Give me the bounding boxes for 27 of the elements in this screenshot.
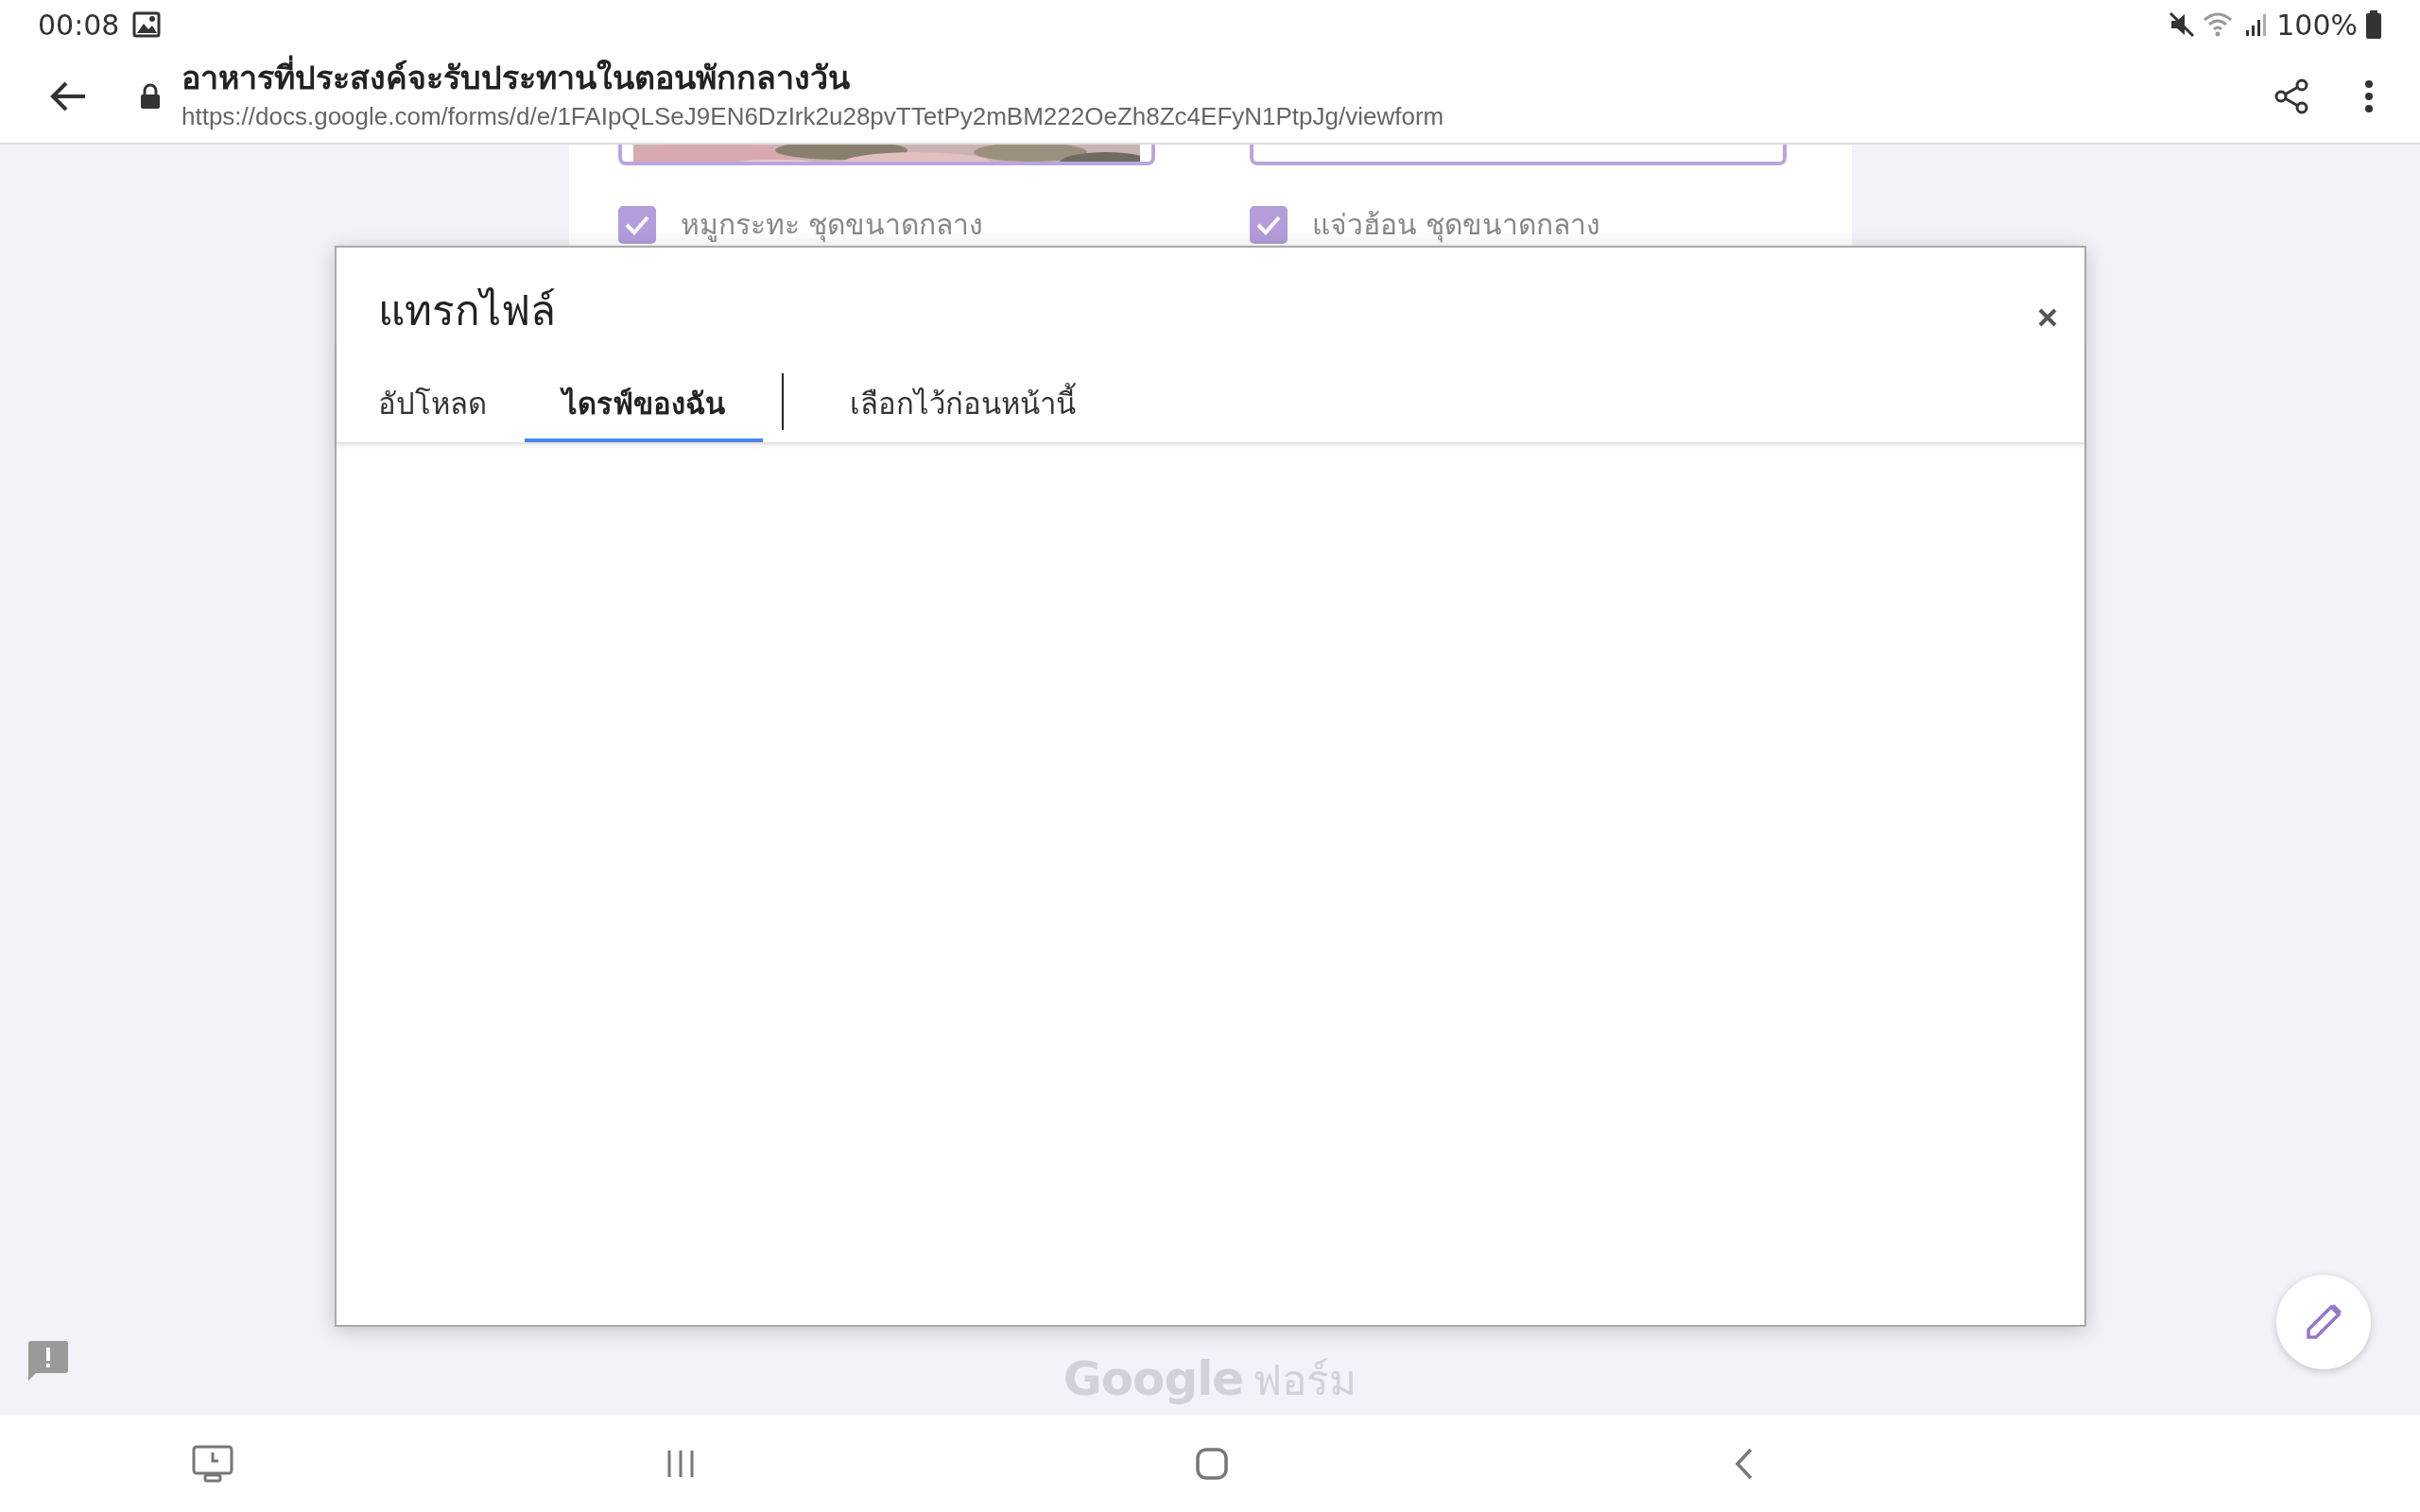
edit-button[interactable] (2276, 1275, 2371, 1369)
share-icon (2273, 77, 2310, 115)
checkbox[interactable] (617, 205, 656, 244)
dialog-tab[interactable]: ไดรฟ์ของฉัน (525, 360, 763, 442)
check-icon (623, 214, 650, 235)
dialog-tab[interactable]: อัปโหลด (340, 360, 525, 442)
mute-icon (2169, 11, 2196, 38)
option-label: แจ่วฮ้อน ชุดขนาดกลาง (1311, 207, 1601, 245)
more-vertical-icon (2363, 78, 2375, 113)
battery-level: 100% (2276, 7, 2358, 43)
page-title: อาหารที่ประสงค์จะรับประทานในตอนพักกลางวัน (182, 56, 1444, 99)
dialog-tab[interactable]: เลือกไว้ก่อนหน้านี้ (812, 360, 1114, 442)
battery-icon (2365, 10, 2382, 39)
gallery-icon (132, 11, 162, 38)
recent-apps-icon (666, 1448, 696, 1479)
check-icon (1254, 214, 1282, 235)
back-chevron-icon (1734, 1447, 1754, 1480)
close-icon (2037, 306, 2058, 328)
checkbox[interactable] (1249, 205, 1288, 244)
page-url[interactable]: https://docs.google.com/forms/d/e/1FAIpQLSeJ9EN6DzIrk2u28pvTTetPy2mBM222OeZh8Zc4EFyN1PtpJg/viewform (182, 98, 1444, 136)
recent-screen-icon (192, 1444, 233, 1483)
clock-time: 00:08 (38, 7, 120, 43)
lock-icon (140, 82, 161, 110)
dialog-title: แทรกไฟล์ (378, 285, 556, 336)
home-icon (1196, 1447, 1228, 1480)
option-label: หมูกระทะ ชุดขนาดกลาง (680, 207, 984, 245)
feedback-icon[interactable] (26, 1340, 70, 1382)
